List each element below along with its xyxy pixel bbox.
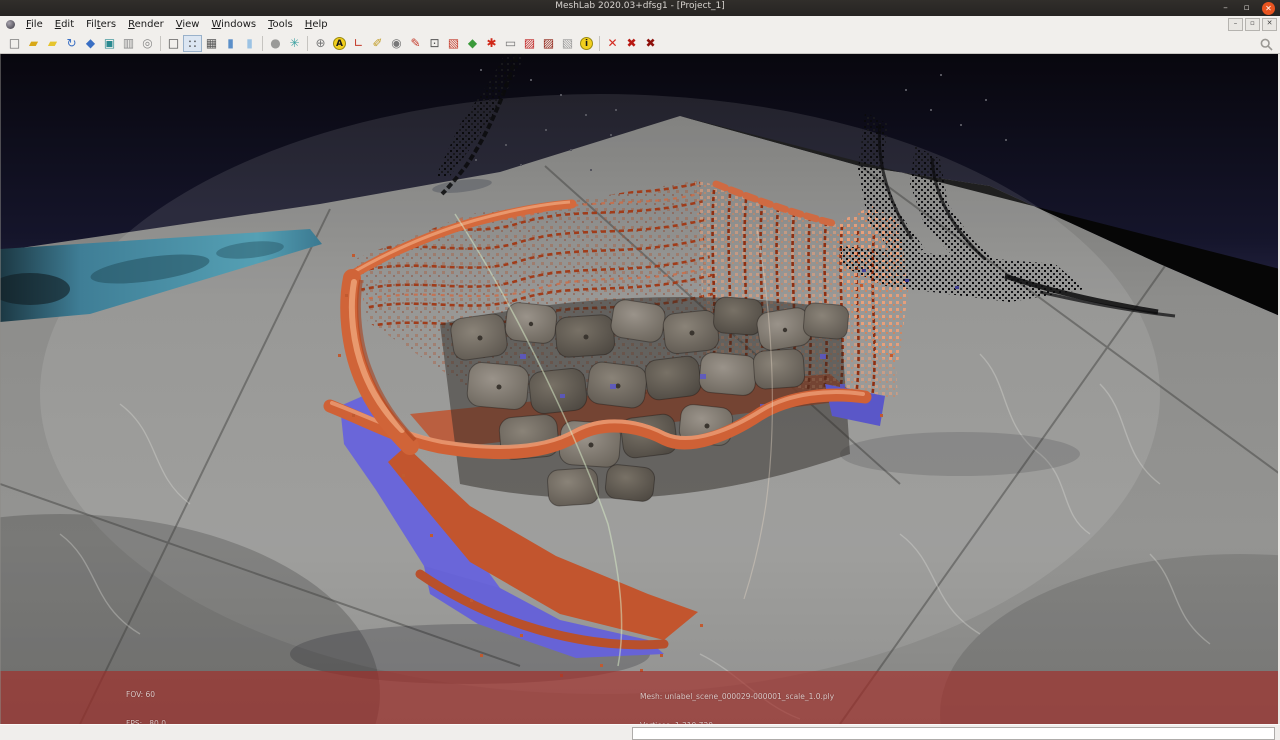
delete-other-meshes-icon[interactable]: ✖ <box>641 35 660 52</box>
reload-mesh-icon[interactable]: ↻ <box>62 35 81 52</box>
viewport-left-edge <box>0 54 1 724</box>
menu-items: FileEditFiltersRenderViewWindowsToolsHel… <box>20 16 334 33</box>
menu-item-render[interactable]: Render <box>122 16 170 33</box>
delete-current-mesh-icon[interactable]: ✕ <box>603 35 622 52</box>
menu-item-file[interactable]: File <box>20 16 49 33</box>
delete-selected-vertices-icon[interactable]: ▨ <box>539 35 558 52</box>
mdi-close-button[interactable]: ✕ <box>1262 18 1277 31</box>
wireframe-render-mode-icon[interactable]: ▦ <box>202 35 221 52</box>
scene-render <box>0 54 1280 724</box>
smooth-shading-icon[interactable]: ▮ <box>240 35 259 52</box>
menu-item-view[interactable]: View <box>170 16 206 33</box>
bbox-render-mode-icon[interactable]: □ <box>164 35 183 52</box>
select-vertices-icon[interactable]: ⊡ <box>425 35 444 52</box>
minimize-button[interactable]: – <box>1220 2 1231 15</box>
trackball-axis-icon[interactable]: ✳ <box>285 35 304 52</box>
select-rect-icon[interactable]: ▭ <box>501 35 520 52</box>
snapshot-icon[interactable]: ▣ <box>100 35 119 52</box>
mdi-child-icon <box>6 20 15 29</box>
toolbar-separator <box>160 36 161 51</box>
flat-shading-icon[interactable]: ▮ <box>221 35 240 52</box>
z-painting-icon[interactable]: ✎ <box>406 35 425 52</box>
show-axis-icon[interactable]: A <box>333 37 346 50</box>
search-icon[interactable] <box>1260 36 1273 55</box>
toolbar-separator <box>599 36 600 51</box>
menubar: FileEditFiltersRenderViewWindowsToolsHel… <box>0 16 1280 33</box>
manipulator-tool-icon[interactable]: ✐ <box>368 35 387 52</box>
menu-item-edit[interactable]: Edit <box>49 16 80 33</box>
statusbar-input[interactable] <box>632 727 1275 740</box>
light-toggle-icon[interactable]: ● <box>266 35 285 52</box>
delete-selected-faces-icon[interactable]: ▨ <box>520 35 539 52</box>
import-mesh-icon[interactable]: ▰ <box>43 35 62 52</box>
show-coord-axes-icon[interactable]: ∟ <box>349 35 368 52</box>
menu-item-tools[interactable]: Tools <box>262 16 299 33</box>
points-render-mode-icon[interactable]: ∷ <box>183 35 202 52</box>
toolbar-separator <box>307 36 308 51</box>
toolbar: □▰▰↻◆▣▥◎□∷▦▮▮●✳⊕A∟✐◉✎⊡▧◆✱▭▨▨▧i✕✖✖ <box>0 33 1280 54</box>
hud-fov: FOV: 60 <box>126 690 186 700</box>
window-controls: – ▫ ✕ <box>1220 1 1275 15</box>
new-project-icon[interactable]: □ <box>5 35 24 52</box>
menu-item-windows[interactable]: Windows <box>205 16 262 33</box>
viewport-3d[interactable]: FOV: 60 FPS: 80.0 BO_RENDERING Mesh: unl… <box>0 54 1280 724</box>
per-vertex-color-icon[interactable]: ◆ <box>463 35 482 52</box>
toolbar-icons: □▰▰↻◆▣▥◎□∷▦▮▮●✳⊕A∟✐◉✎⊡▧◆✱▭▨▨▧i✕✖✖ <box>5 35 660 52</box>
hud-mesh-name: Mesh: unlabel_scene_000029-000001_scale_… <box>640 692 834 702</box>
mdi-controls: – ▫ ✕ <box>1228 18 1277 31</box>
statusbar <box>0 724 1280 740</box>
show-camera-icon[interactable]: ◉ <box>387 35 406 52</box>
maximize-button[interactable]: ▫ <box>1241 2 1252 15</box>
window-title: MeshLab 2020.03+dfsg1 - [Project_1] <box>0 1 1280 11</box>
titlebar: MeshLab 2020.03+dfsg1 - [Project_1] – ▫ … <box>0 0 1280 16</box>
delete-all-meshes-icon[interactable]: ✖ <box>622 35 641 52</box>
open-project-icon[interactable]: ▰ <box>24 35 43 52</box>
menu-item-help[interactable]: Help <box>299 16 334 33</box>
toolbar-separator <box>262 36 263 51</box>
duplicate-layer-icon[interactable]: ▥ <box>119 35 138 52</box>
mdi-minimize-button[interactable]: – <box>1228 18 1243 31</box>
export-web-icon[interactable]: ◎ <box>138 35 157 52</box>
deselect-icon[interactable]: ▧ <box>558 35 577 52</box>
select-faces-icon[interactable]: ▧ <box>444 35 463 52</box>
menu-item-filters[interactable]: Filters <box>80 16 122 33</box>
meshlab-window: MeshLab 2020.03+dfsg1 - [Project_1] – ▫ … <box>0 0 1280 740</box>
delete-star-icon[interactable]: ✱ <box>482 35 501 52</box>
layer-info-icon[interactable]: i <box>580 37 593 50</box>
save-project-icon[interactable]: ◆ <box>81 35 100 52</box>
show-trackball-icon[interactable]: ⊕ <box>311 35 330 52</box>
close-button[interactable]: ✕ <box>1262 2 1275 15</box>
mdi-restore-button[interactable]: ▫ <box>1245 18 1260 31</box>
